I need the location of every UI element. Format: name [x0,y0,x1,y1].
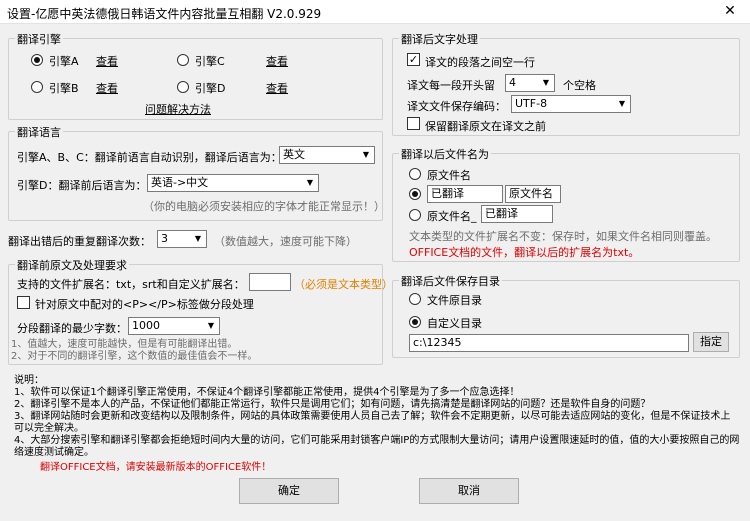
filename-original-radio[interactable] [409,168,421,180]
close-icon[interactable]: ✕ [710,0,750,24]
min-chars-note-2: 2、对于不同的翻译引擎，这个数值的最佳值会不一样。 [11,351,258,362]
savedir-path-input[interactable]: c:\12345 [409,334,689,352]
chevron-down-icon[interactable]: ▼ [190,231,206,247]
indent-unit: 个空格 [563,79,596,92]
keep-original-checkbox[interactable] [407,117,420,130]
savedir-custom-radio[interactable] [409,316,421,328]
savedir-browse-button[interactable]: 指定 [693,332,729,352]
notes-line-4: 4、大部分搜索引擎和翻译引擎都会拒绝短时间内大量的访问，它们可能采用封锁客户端I… [14,435,740,458]
office-warning: 翻译OFFICE文档，请安装最新版本的OFFICE软件！ [40,462,272,473]
engine-c-label[interactable]: 引擎C [195,53,225,69]
indent-select[interactable]: 4 ▼ [505,74,555,92]
cancel-button[interactable]: 取消 [419,478,519,504]
min-chars-value: 1000 [132,319,160,332]
retry-label: 翻译出错后的重复翻译次数： [8,235,151,248]
title-bar: 设置-亿愿中英法德俄日韩语文件内容批量互相翻 V2.0.929 ✕ [0,0,750,24]
extension-note: （必须是文本类型） [294,278,393,291]
extension-label: 支持的文件扩展名：txt，srt和自定义扩展名： [17,278,245,291]
d-language-value: 英语->中文 [151,176,209,189]
pre-translation-legend: 翻译前原文及处理要求 [15,257,129,273]
savedir-legend: 翻译后文件保存目录 [399,273,502,289]
notes-line-3: 3、翻译网站随时会更新和改变结构以及限制条件，网站的具体政策需要使用人员自己去了… [14,411,731,434]
retry-note: （数值越大，速度可能下降） [214,235,357,248]
font-note: （你的电脑必须安装相应的字体才能正常显示！） [143,200,385,213]
engine-group-legend: 翻译引擎 [15,31,63,47]
indent-label: 译文每一段开头留 [407,79,495,92]
filename-prefix-radio[interactable] [409,188,421,200]
keep-original-label[interactable]: 保留翻译原文在译文之前 [425,118,546,134]
notes-line-1: 1、软件可以保证1个翻译引擎正常使用，不保证4个翻译引擎都能正常使用，提供4个引… [14,387,520,398]
filename-note: 文本类型的文件扩展名不变：保存时，如果文件名相同则覆盖。 [409,230,717,243]
chevron-down-icon[interactable]: ▼ [358,147,374,163]
retry-value: 3 [161,232,168,245]
engine-d-label[interactable]: 引擎D [195,80,225,96]
filename-suffix-input[interactable]: 已翻译 [481,205,553,223]
indent-value: 4 [509,76,516,89]
post-translation-legend: 翻译后文字处理 [399,31,480,47]
blank-line-checkbox[interactable]: ✓ [407,53,420,66]
engine-a-view-link[interactable]: 查看 [96,53,118,69]
filename-suffix-label[interactable]: 原文件名_ [427,208,477,224]
retry-select[interactable]: 3 ▼ [157,230,207,248]
blank-line-label[interactable]: 译文的段落之间空一行 [425,54,535,70]
engine-a-label[interactable]: 引擎A [49,53,79,69]
encoding-label: 译文文件保存编码： [407,100,506,113]
d-language-label: 引擎D：翻译前后语言为： [17,179,147,192]
filename-prefix-suffix: 原文件名 [505,185,561,203]
notes-title: 说明： [14,375,44,386]
abc-language-value: 英文 [283,148,305,161]
engine-c-radio[interactable] [177,54,189,66]
abc-language-select[interactable]: 英文 ▼ [279,146,375,164]
tag-split-label[interactable]: 针对原文中配对的<P></P>标签做分段处理 [35,296,254,312]
tag-split-checkbox[interactable] [17,296,30,309]
language-group: 翻译语言 引擎A、B、C：翻译前语言自动识别，翻译后语言为： 英文 ▼ 引擎D：… [8,124,385,221]
engine-group: 翻译引擎 引擎A 查看 引擎C 查看 引擎B 查看 引擎D 查看 问题解决方法 [8,31,383,120]
filename-suffix-radio[interactable] [409,209,421,221]
chevron-down-icon[interactable]: ▼ [614,96,630,112]
help-link[interactable]: 问题解决方法 [145,101,211,117]
filename-group: 翻译以后文件名为 原文件名 已翻译 原文件名 原文件名_ 已翻译 文本类型的文件… [392,146,740,262]
ok-button[interactable]: 确定 [239,478,339,504]
savedir-custom-label[interactable]: 自定义目录 [427,315,482,331]
encoding-value: UTF-8 [515,97,548,110]
savedir-original-label[interactable]: 文件原目录 [427,292,482,308]
engine-d-view-link[interactable]: 查看 [266,80,288,96]
min-chars-select[interactable]: 1000 ▼ [128,317,220,335]
language-group-legend: 翻译语言 [15,124,63,140]
savedir-group: 翻译后文件保存目录 文件原目录 自定义目录 c:\12345 指定 [392,273,740,358]
pre-translation-group: 翻译前原文及处理要求 支持的文件扩展名：txt，srt和自定义扩展名： （必须是… [8,257,393,365]
min-chars-label: 分段翻译的最少字数： [17,322,127,335]
d-language-select[interactable]: 英语->中文 ▼ [147,174,319,192]
encoding-select[interactable]: UTF-8 ▼ [511,95,631,113]
filename-legend: 翻译以后文件名为 [399,146,491,162]
post-translation-group: 翻译后文字处理 ✓ 译文的段落之间空一行 译文每一段开头留 4 ▼ 个空格 译文… [392,31,740,136]
engine-d-radio[interactable] [177,81,189,93]
window-title: 设置-亿愿中英法德俄日韩语文件内容批量互相翻 V2.0.929 [7,7,322,21]
engine-a-radio[interactable] [31,54,43,66]
engine-c-view-link[interactable]: 查看 [266,53,288,69]
chevron-down-icon[interactable]: ▼ [302,175,318,191]
notes-section: 说明： 1、软件可以保证1个翻译引擎正常使用，不保证4个翻译引擎都能正常使用，提… [14,375,740,474]
engine-b-view-link[interactable]: 查看 [96,80,118,96]
engine-b-radio[interactable] [31,81,43,93]
chevron-down-icon[interactable]: ▼ [538,75,554,91]
notes-line-2: 2、翻译引擎不是本人的产品，不保证他们都能正常运行，软件只是调用它们；如有问题，… [14,399,651,410]
filename-prefix-input[interactable]: 已翻译 [427,185,503,203]
engine-b-label[interactable]: 引擎B [49,80,79,96]
chevron-down-icon[interactable]: ▼ [203,318,219,334]
filename-original-label[interactable]: 原文件名 [427,167,471,183]
abc-language-label: 引擎A、B、C：翻译前语言自动识别，翻译后语言为： [17,151,282,164]
savedir-original-radio[interactable] [409,293,421,305]
office-extension-note: OFFICE文档的文件，翻译以后的扩展名为txt。 [409,246,640,259]
extension-input[interactable] [249,273,291,291]
